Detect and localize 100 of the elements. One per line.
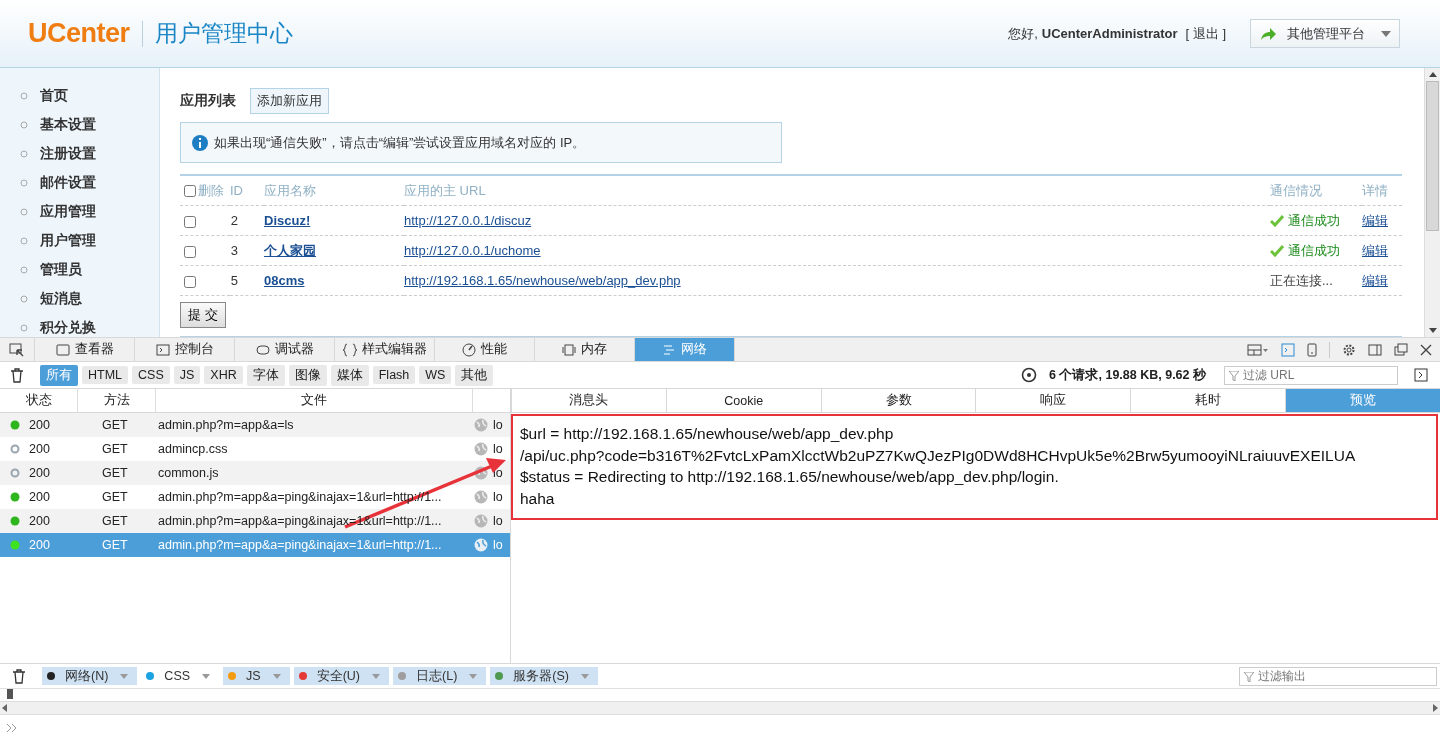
- filter-button[interactable]: 图像: [288, 364, 327, 386]
- filter-button[interactable]: XHR: [204, 366, 243, 384]
- log-filter-button[interactable]: 安全(U): [293, 667, 389, 685]
- detail-tab[interactable]: 参数: [820, 389, 976, 412]
- submit-button[interactable]: 提 交: [180, 302, 226, 328]
- edit-link[interactable]: 编辑: [1362, 272, 1388, 288]
- globe-icon: [474, 514, 488, 528]
- preview-line: $url = http://192.168.1.65/newhouse/web/app_dev.php: [520, 424, 895, 444]
- bullet-icon: [20, 207, 28, 216]
- sidebar-icon[interactable]: [1368, 342, 1382, 357]
- filter-button[interactable]: WS: [419, 366, 452, 384]
- filter-button[interactable]: 其他: [455, 364, 494, 386]
- url-link[interactable]: http://127.0.0.1/uchome: [404, 243, 541, 258]
- log-filter-button[interactable]: 日志(L): [393, 667, 487, 685]
- app-name-link[interactable]: 个人家园: [264, 242, 316, 258]
- globe-icon: [474, 490, 488, 504]
- request-row[interactable]: 200 GET admin.php?m=app&a=ls lo: [0, 413, 510, 437]
- row-checkbox[interactable]: [184, 215, 196, 228]
- table-cell-text: 200: [29, 490, 51, 504]
- column-header: ID: [230, 183, 243, 198]
- url-link[interactable]: http://127.0.0.1/discuz: [404, 213, 532, 228]
- sidebar-item[interactable]: 积分兑换: [40, 318, 96, 337]
- detail-tab[interactable]: Cookie: [665, 389, 821, 412]
- bullet-icon: [20, 265, 28, 274]
- sidebar-item[interactable]: 邮件设置: [40, 173, 96, 192]
- check-icon: [1270, 244, 1284, 257]
- log-filter-button[interactable]: 服务器(S): [490, 667, 598, 685]
- status-success: 通信成功: [1270, 241, 1340, 260]
- sidebar-item[interactable]: 首页: [40, 86, 68, 105]
- preview-line: $status = Redirecting to http://192.168.1.65/newhouse/web/app_dev.php/login.: [520, 467, 1060, 488]
- log-filter-button[interactable]: 网络(N): [42, 667, 138, 685]
- devtools-tab[interactable]: 调试器: [235, 338, 335, 361]
- trash-icon[interactable]: [10, 367, 24, 383]
- globe-icon: [474, 466, 488, 480]
- close-icon[interactable]: [1420, 343, 1432, 356]
- devtools-tab[interactable]: 样式编辑器: [335, 338, 435, 361]
- check-icon: [1270, 214, 1284, 227]
- app-name-link[interactable]: Discuz!: [264, 213, 311, 228]
- preview-line: haha: [520, 488, 556, 509]
- caret-icon: [372, 673, 380, 679]
- table-cell: 2: [230, 213, 238, 228]
- platform-dropdown[interactable]: 其他管理平台: [1250, 19, 1400, 48]
- bullet-icon: [20, 178, 28, 187]
- filter-button[interactable]: HTML: [82, 366, 129, 384]
- detail-tab[interactable]: 消息头: [511, 389, 666, 412]
- table-cell-text: 200: [29, 442, 51, 456]
- edit-link[interactable]: 编辑: [1362, 212, 1388, 228]
- logout-link[interactable]: [ 退出 ]: [1185, 24, 1226, 43]
- sidebar-item[interactable]: 用户管理: [40, 231, 96, 250]
- phone-icon[interactable]: [1307, 342, 1317, 357]
- detail-tab[interactable]: 响应: [975, 389, 1131, 412]
- row-checkbox[interactable]: [184, 245, 196, 258]
- table-cell: lo: [493, 418, 503, 432]
- split-pane-icon[interactable]: [1414, 368, 1428, 382]
- add-app-button[interactable]: 添加新应用: [250, 88, 329, 114]
- prompt-chevron-icon: [6, 722, 18, 733]
- edit-link[interactable]: 编辑: [1362, 242, 1388, 258]
- caret-icon: [1381, 30, 1391, 37]
- share-arrow-icon: [1259, 25, 1277, 42]
- caret-icon: [202, 673, 211, 679]
- table-cell: lo: [493, 490, 503, 504]
- trash-icon[interactable]: [12, 668, 26, 684]
- popout-icon[interactable]: [1394, 342, 1408, 357]
- app-name-link[interactable]: 08cms: [264, 273, 305, 288]
- table-cell-text: admin.php?m=app&a=ls: [158, 418, 295, 432]
- devtools-tab[interactable]: 性能: [435, 338, 535, 361]
- horizontal-scrollbar[interactable]: [0, 701, 1440, 715]
- table-cell: 3: [230, 243, 238, 258]
- url-filter-field[interactable]: 过滤 URL: [1224, 365, 1398, 385]
- element-picker-icon[interactable]: [9, 342, 25, 357]
- filter-button[interactable]: CSS: [132, 366, 170, 384]
- dock-icon[interactable]: [1281, 342, 1295, 357]
- globe-icon: [474, 418, 488, 432]
- column-header: 删除: [198, 182, 224, 198]
- column-header: 详情: [1362, 182, 1388, 198]
- settings-icon[interactable]: [1342, 342, 1356, 357]
- log-filter-button[interactable]: CSS: [141, 667, 220, 685]
- section-heading: 应用列表: [180, 92, 236, 110]
- request-row[interactable]: 200 GET admincp.css lo: [0, 437, 510, 461]
- notice-text: 如果出现“通信失败”，请点击“编辑”尝试设置应用域名对应的 IP。: [214, 133, 586, 152]
- filter-button[interactable]: JS: [173, 366, 201, 384]
- output-filter-field[interactable]: 过滤输出: [1239, 666, 1437, 686]
- select-all-checkbox[interactable]: [184, 185, 196, 198]
- scrollbar[interactable]: [1424, 68, 1440, 337]
- devtools-tab[interactable]: 查看器: [35, 338, 135, 361]
- sidebar-item[interactable]: 注册设置: [40, 144, 96, 163]
- filter-button[interactable]: 媒体: [330, 364, 369, 386]
- filter-button[interactable]: Flash: [372, 366, 416, 384]
- row-checkbox[interactable]: [184, 275, 196, 288]
- layout-icon[interactable]: [1247, 342, 1269, 357]
- log-filter-button[interactable]: JS: [223, 667, 290, 685]
- sidebar-item[interactable]: 管理员: [40, 260, 82, 279]
- sidebar-item[interactable]: 基本设置: [40, 115, 96, 134]
- filter-button[interactable]: 字体: [246, 364, 285, 386]
- sidebar-item[interactable]: 短消息: [40, 289, 82, 308]
- url-link[interactable]: http://192.168.1.65/newhouse/web/app_dev.php: [404, 273, 681, 288]
- devtools-tab[interactable]: 控制台: [135, 338, 235, 361]
- scroll-left-icon: [2, 704, 7, 712]
- chip-icon: [562, 342, 576, 357]
- sidebar-item[interactable]: 应用管理: [40, 202, 96, 221]
